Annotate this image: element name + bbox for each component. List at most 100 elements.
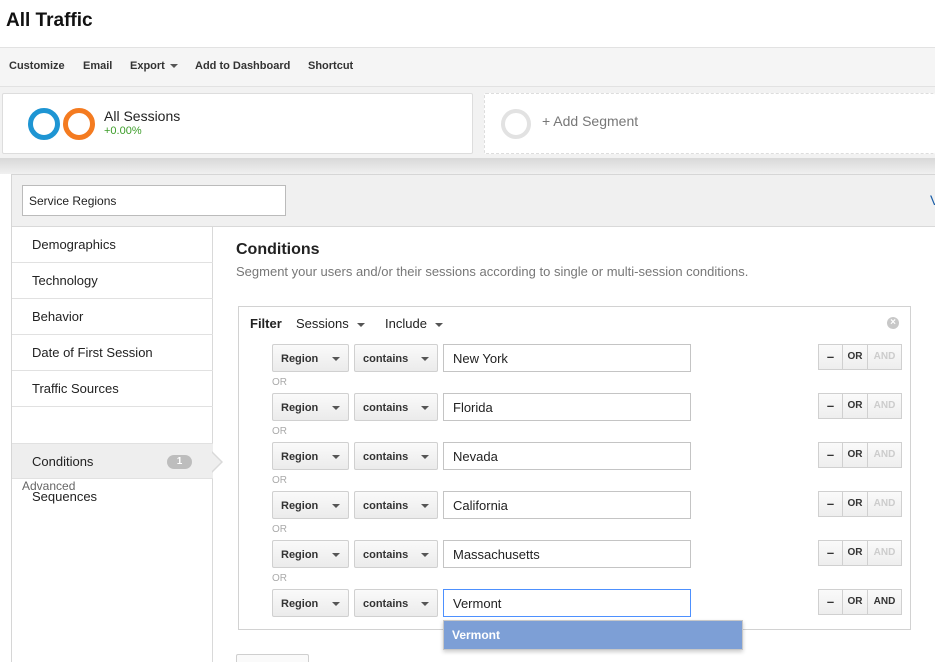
operator-label: contains xyxy=(363,598,409,610)
chevron-down-icon xyxy=(421,602,429,606)
chevron-down-icon xyxy=(421,553,429,557)
segment-card-all-sessions[interactable]: All Sessions +0.00% xyxy=(2,93,473,154)
conditions-count-badge: 1 xyxy=(167,455,192,469)
or-button[interactable]: OR xyxy=(842,442,868,468)
dimension-label: Region xyxy=(281,598,319,610)
and-button[interactable]: AND xyxy=(867,540,902,566)
remove-filter-icon[interactable]: × xyxy=(887,317,899,329)
remove-condition-button[interactable]: – xyxy=(818,491,843,517)
condition-value-input[interactable] xyxy=(443,491,691,519)
shortcut-button[interactable]: Shortcut xyxy=(308,60,353,72)
dimension-select[interactable]: Region xyxy=(272,442,349,470)
divider-shadow xyxy=(0,158,935,174)
dimension-label: Region xyxy=(281,500,319,512)
operator-select[interactable]: contains xyxy=(354,442,438,470)
or-button[interactable]: OR xyxy=(842,393,868,419)
or-button[interactable]: OR xyxy=(842,491,868,517)
condition-button-group: – OR AND xyxy=(818,442,902,468)
condition-button-group: – OR AND xyxy=(818,491,902,517)
autocomplete-suggestion[interactable]: Vermont xyxy=(443,620,743,650)
chevron-down-icon xyxy=(332,553,340,557)
chevron-down-icon xyxy=(434,322,443,327)
condition-value-input[interactable] xyxy=(443,540,691,568)
operator-select[interactable]: contains xyxy=(354,589,438,617)
operator-select[interactable]: contains xyxy=(354,491,438,519)
remove-condition-button[interactable]: – xyxy=(818,442,843,468)
dimension-select[interactable]: Region xyxy=(272,540,349,568)
and-button[interactable]: AND xyxy=(867,442,902,468)
condition-value-input[interactable] xyxy=(443,393,691,421)
condition-button-group: – OR AND xyxy=(818,344,902,370)
condition-value-input[interactable] xyxy=(443,442,691,470)
conditions-title: Conditions xyxy=(236,241,320,258)
operator-select[interactable]: contains xyxy=(354,393,438,421)
and-button[interactable]: AND xyxy=(867,344,902,370)
view-link[interactable]: V xyxy=(930,192,935,208)
condition-row: Region contains –ORAND xyxy=(272,589,902,617)
segment-editor: V Demographics Technology Behavior Date … xyxy=(11,174,935,662)
chevron-down-icon xyxy=(332,357,340,361)
and-button[interactable]: AND xyxy=(867,491,902,517)
segment-name-input[interactable] xyxy=(22,185,286,216)
condition-button-group: – OR AND xyxy=(818,393,902,419)
dimension-select[interactable]: Region xyxy=(272,344,349,372)
conditions-subtitle: Segment your users and/or their sessions… xyxy=(236,264,749,279)
operator-select[interactable]: contains xyxy=(354,344,438,372)
email-button[interactable]: Email xyxy=(83,60,112,72)
dimension-select[interactable]: Region xyxy=(272,393,349,421)
condition-value-input[interactable] xyxy=(443,589,691,617)
operator-label: contains xyxy=(363,549,409,561)
filter-scope-dropdown[interactable]: Sessions xyxy=(296,316,365,331)
or-button[interactable]: OR xyxy=(842,540,868,566)
condition-value-input[interactable] xyxy=(443,344,691,372)
condition-row: Region contains –ORAND xyxy=(272,393,902,421)
or-separator-label: OR xyxy=(272,573,287,584)
nav-item-demographics[interactable]: Demographics xyxy=(12,227,213,263)
operator-label: contains xyxy=(363,451,409,463)
dimension-select[interactable]: Region xyxy=(272,491,349,519)
filter-mode-dropdown[interactable]: Include xyxy=(385,316,443,331)
condition-row: Region contains –ORAND xyxy=(272,442,902,470)
chevron-down-icon xyxy=(421,455,429,459)
or-separator-label: OR xyxy=(272,426,287,437)
and-button[interactable]: AND xyxy=(867,393,902,419)
nav-item-conditions[interactable]: Conditions 1 xyxy=(12,443,223,479)
active-pointer-icon xyxy=(211,451,223,473)
or-button[interactable]: OR xyxy=(842,589,868,615)
add-to-dashboard-button[interactable]: Add to Dashboard xyxy=(195,60,290,72)
export-dropdown[interactable]: Export xyxy=(130,60,178,72)
operator-label: contains xyxy=(363,353,409,365)
add-segment-button[interactable]: + Add Segment xyxy=(484,93,935,154)
nav-item-traffic-sources[interactable]: Traffic Sources xyxy=(12,371,213,407)
save-button[interactable] xyxy=(236,654,309,662)
page-title: All Traffic xyxy=(6,10,93,31)
condition-button-group: – OR AND xyxy=(818,589,902,615)
email-label: Email xyxy=(83,60,113,72)
remove-condition-button[interactable]: – xyxy=(818,393,843,419)
segment-change: +0.00% xyxy=(104,125,142,137)
dimension-label: Region xyxy=(281,451,319,463)
remove-condition-button[interactable]: – xyxy=(818,540,843,566)
remove-condition-button[interactable]: – xyxy=(818,344,843,370)
nav-item-sequences[interactable]: Sequences xyxy=(12,479,213,515)
segment-ring-icon-orange xyxy=(63,108,95,140)
editor-header: V xyxy=(12,175,935,227)
or-separator-label: OR xyxy=(272,524,287,535)
operator-select[interactable]: contains xyxy=(354,540,438,568)
customize-button[interactable]: Customize xyxy=(9,60,65,72)
nav-item-technology[interactable]: Technology xyxy=(12,263,213,299)
nav-item-label: Conditions xyxy=(32,454,94,469)
remove-condition-button[interactable]: – xyxy=(818,589,843,615)
nav-item-behavior[interactable]: Behavior xyxy=(12,299,213,335)
or-separator-label: OR xyxy=(272,475,287,486)
segment-bar: All Sessions +0.00% + Add Segment xyxy=(0,87,935,159)
nav-item-date-of-first-session[interactable]: Date of First Session xyxy=(12,335,213,371)
chevron-down-icon xyxy=(332,406,340,410)
or-button[interactable]: OR xyxy=(842,344,868,370)
and-button[interactable]: AND xyxy=(867,589,902,615)
chevron-down-icon xyxy=(421,504,429,508)
dimension-select[interactable]: Region xyxy=(272,589,349,617)
filter-label: Filter xyxy=(250,316,282,331)
chevron-down-icon xyxy=(356,322,365,327)
page-header: All Traffic xyxy=(0,0,935,47)
